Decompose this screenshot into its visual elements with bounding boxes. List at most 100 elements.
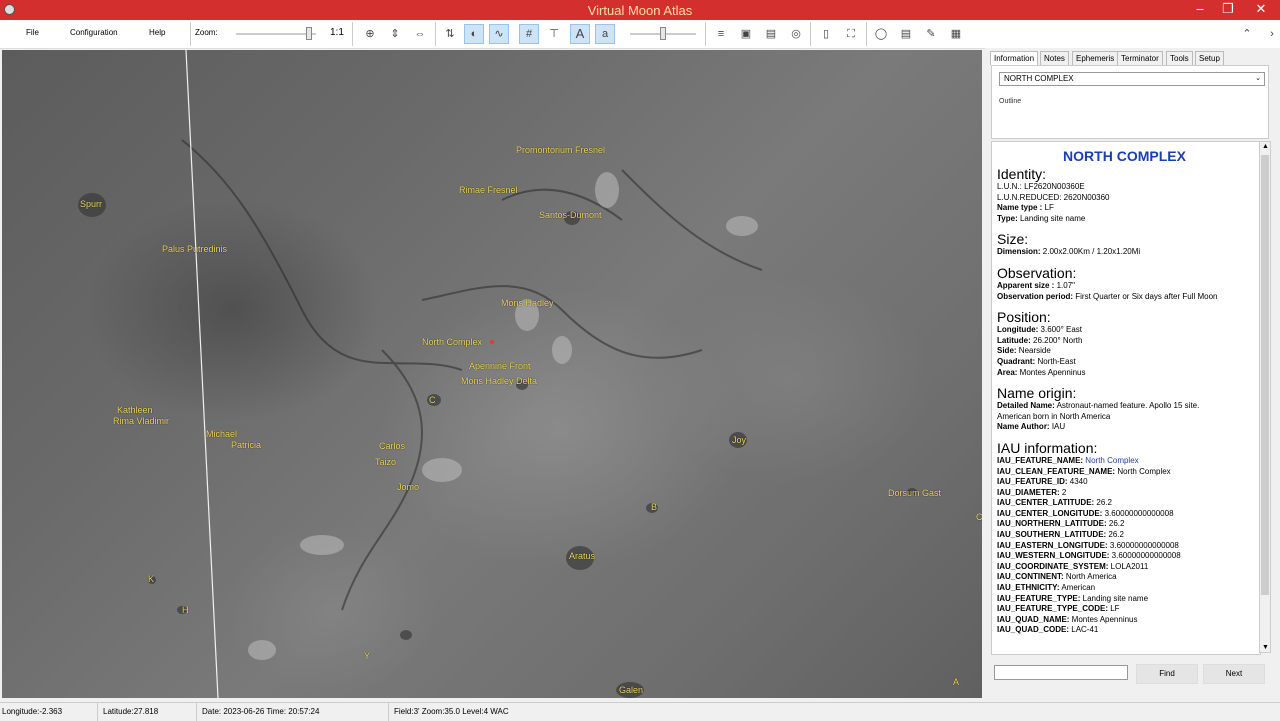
info-row-value: 26.2: [1094, 498, 1112, 508]
info-row-key: Apparent size :: [997, 280, 1055, 290]
edit-icon[interactable]: ✎: [921, 24, 941, 44]
map-label[interactable]: Dorsum Gast: [888, 488, 941, 498]
map-label[interactable]: Rimae Fresnel: [459, 185, 518, 195]
zoom-slider[interactable]: [236, 27, 316, 40]
collapse-up-icon[interactable]: ⌃: [1237, 24, 1257, 44]
map-label[interactable]: Jomo: [397, 482, 419, 492]
map-label[interactable]: Palus Putredinis: [162, 244, 227, 254]
map-label[interactable]: Aratus: [569, 551, 595, 561]
info-row-key: IAU_CONTINENT:: [997, 572, 1064, 582]
menu-configuration[interactable]: Configuration: [70, 28, 118, 37]
moon-map[interactable]: Promontorium Fresnel Rimae Fresnel Santo…: [2, 50, 982, 698]
page-icon[interactable]: ▯: [816, 24, 836, 44]
map-label[interactable]: C: [429, 395, 436, 405]
globe-icon[interactable]: ◎: [786, 24, 806, 44]
info-row-link[interactable]: North Complex: [1083, 456, 1138, 465]
map-label[interactable]: B: [651, 502, 657, 512]
map-label[interactable]: Mons Hadley Delta: [461, 376, 537, 386]
map-label[interactable]: C: [976, 512, 982, 522]
info-panel: Information Notes Ephemeris Terminator T…: [985, 48, 1280, 700]
info-row-value: LOLA2011: [1108, 561, 1149, 571]
map-label[interactable]: Kathleen: [117, 405, 153, 415]
info-row-value: 26.2: [1106, 519, 1125, 529]
map-label[interactable]: H: [182, 605, 189, 615]
camera-icon[interactable]: ▤: [896, 24, 916, 44]
info-row-value: North America: [1063, 572, 1117, 582]
scroll-up-icon[interactable]: ▲: [1261, 143, 1270, 150]
map-label[interactable]: Spurr: [80, 199, 102, 209]
map-label[interactable]: K: [148, 574, 154, 584]
tab-tools[interactable]: Tools: [1166, 51, 1193, 65]
map-label[interactable]: Rima Vladimir: [113, 416, 169, 426]
title-bar: Virtual Moon Atlas – ❐ ✕: [0, 0, 1280, 20]
minimize-icon[interactable]: –: [1185, 0, 1215, 20]
window-icon[interactable]: ▤: [761, 24, 781, 44]
menu-file[interactable]: File: [26, 28, 39, 37]
restore-icon[interactable]: ❐: [1213, 0, 1243, 20]
image-icon[interactable]: ▣: [736, 24, 756, 44]
zoom-label: Zoom:: [195, 28, 218, 37]
info-row-key: L.U.N.REDUCED:: [997, 192, 1062, 202]
collapse-right-icon[interactable]: ›: [1262, 24, 1280, 44]
phase-icon[interactable]: ◐: [464, 24, 484, 44]
labels-small-icon[interactable]: a: [595, 24, 615, 44]
info-row: Name type : LF: [997, 203, 1252, 214]
map-label[interactable]: Michael: [206, 429, 237, 439]
tab-terminator[interactable]: Terminator: [1117, 51, 1163, 65]
scrollbar-thumb[interactable]: [1261, 155, 1269, 595]
tab-setup[interactable]: Setup: [1195, 51, 1224, 65]
info-row: Side: Nearside: [997, 346, 1252, 357]
map-label[interactable]: Carlos: [379, 441, 405, 451]
scale-icon[interactable]: ⊤: [544, 24, 564, 44]
map-label[interactable]: Joy: [732, 435, 746, 445]
map-label[interactable]: Promontorium Fresnel: [516, 145, 605, 155]
terminator-icon[interactable]: ∿: [489, 24, 509, 44]
info-row: IAU_CONTINENT: North America: [997, 572, 1252, 583]
info-row-value: 2: [1059, 487, 1067, 497]
find-input[interactable]: [994, 665, 1128, 680]
map-label[interactable]: Santos-Dumont: [539, 210, 602, 220]
map-label[interactable]: Apennine Front: [469, 361, 531, 371]
rotate-icon[interactable]: ⇅: [440, 24, 460, 44]
feature-info-content: NORTH COMPLEX Identity: L.U.N.: LF2620N00…: [997, 142, 1252, 636]
info-row-value: 26.2: [1106, 530, 1124, 540]
flip-horizontal-icon[interactable]: ⇔: [410, 24, 430, 44]
scroll-down-icon[interactable]: ▼: [1261, 644, 1270, 651]
status-bar: Longitude:-2.363 Latitude:27.818 Date: 2…: [0, 702, 1280, 721]
info-row-key: IAU_CLEAN_FEATURE_NAME:: [997, 466, 1116, 476]
info-row-key: IAU_CENTER_LONGITUDE:: [997, 508, 1103, 518]
info-row-key: IAU_QUAD_CODE:: [997, 625, 1070, 635]
telescope-icon[interactable]: ◯: [871, 24, 891, 44]
menu-help[interactable]: Help: [149, 28, 165, 37]
map-label[interactable]: Patricia: [231, 440, 261, 450]
toolbar: File Configuration Help Zoom: 1:1 ⊕ ⇕ ⇔ …: [0, 20, 1280, 49]
list-icon[interactable]: ≡: [711, 24, 731, 44]
tab-notes[interactable]: Notes: [1040, 51, 1069, 65]
flip-vertical-icon[interactable]: ⇕: [385, 24, 405, 44]
grid-icon[interactable]: #: [519, 24, 539, 44]
tab-information[interactable]: Information: [990, 51, 1039, 65]
map-label-north-complex[interactable]: North Complex: [422, 337, 482, 347]
brightness-slider[interactable]: [630, 27, 696, 40]
fullscreen-icon[interactable]: ⛶: [841, 24, 861, 44]
center-target-icon[interactable]: ⊕: [360, 24, 380, 44]
info-row: IAU_ETHNICITY: American: [997, 583, 1252, 594]
brightness-slider-thumb[interactable]: [660, 27, 666, 40]
map-label[interactable]: Mons Hadley: [501, 298, 554, 308]
map-label[interactable]: Y: [364, 651, 370, 661]
map-label[interactable]: Taizo: [375, 457, 396, 467]
tab-ephemeris[interactable]: Ephemeris: [1072, 51, 1119, 65]
info-row-key: Type:: [997, 213, 1018, 223]
calendar-icon[interactable]: ▦: [946, 24, 966, 44]
map-label[interactable]: A: [953, 677, 959, 687]
zoom-slider-thumb[interactable]: [306, 27, 313, 40]
next-button[interactable]: Next: [1203, 664, 1265, 684]
info-scrollbar[interactable]: ▲ ▼: [1259, 141, 1271, 653]
find-button[interactable]: Find: [1136, 664, 1198, 684]
close-icon[interactable]: ✕: [1242, 0, 1280, 20]
zoom-ratio-button[interactable]: 1:1: [330, 27, 344, 38]
info-row-key: IAU_EASTERN_LONGITUDE:: [997, 540, 1108, 550]
labels-large-icon[interactable]: A: [570, 24, 590, 44]
feature-select[interactable]: NORTH COMPLEX ⌄: [999, 72, 1265, 86]
map-label[interactable]: Galen: [619, 685, 643, 695]
